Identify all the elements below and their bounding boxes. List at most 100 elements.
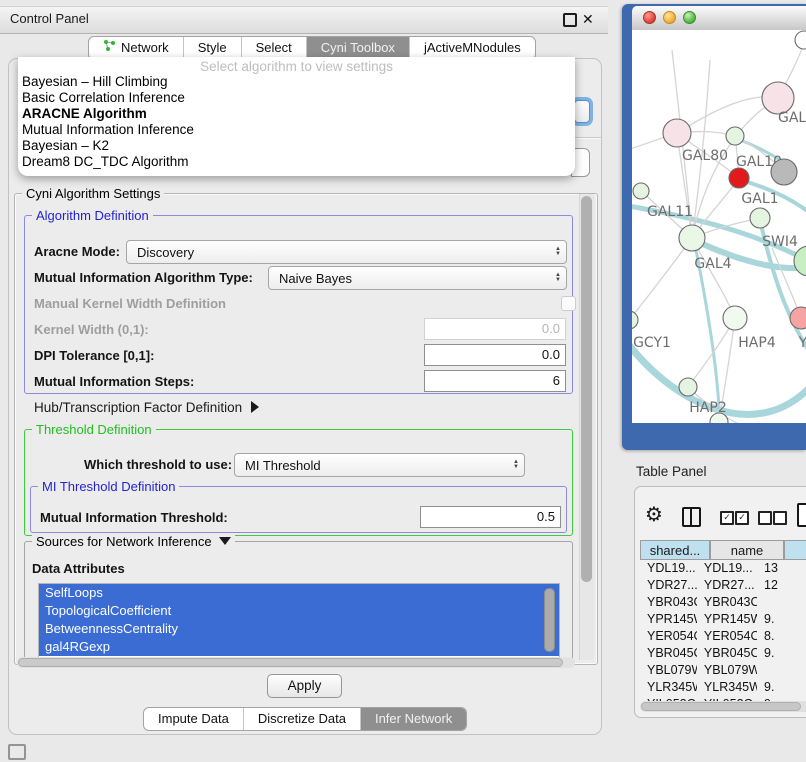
tab-infer-network[interactable]: Infer Network <box>361 708 466 730</box>
expand-right-icon <box>251 401 259 413</box>
table-cell <box>757 662 806 679</box>
table-horizontal-scrollbar[interactable] <box>640 701 806 712</box>
tab-label: Impute Data <box>158 708 229 730</box>
mi-steps-field[interactable]: 6 <box>424 370 566 392</box>
table-cell: YBL079W <box>697 662 757 679</box>
algorithm-option-basic-correlation-inference[interactable]: Basic Correlation Inference <box>18 90 575 106</box>
tab-jactivemnodules[interactable]: jActiveMNodules <box>410 37 535 59</box>
mi-threshold-group-title: MI Threshold Definition <box>38 479 179 494</box>
table-row[interactable]: YBR043CYBR043C <box>640 594 806 611</box>
table-row[interactable]: YLR345WYLR345W9. <box>640 679 806 696</box>
attribute-item-selfloops[interactable]: SelfLoops <box>39 584 559 602</box>
network-node[interactable] <box>794 246 806 276</box>
table-cell: YBR043C <box>640 594 697 611</box>
network-node[interactable] <box>795 31 806 49</box>
close-traffic-light-icon[interactable] <box>643 11 656 24</box>
tab-label: Style <box>198 37 227 59</box>
select-all-checkbox-icon[interactable]: ✓ <box>720 511 734 525</box>
deselect-all-checkbox-icon[interactable] <box>758 511 772 525</box>
column-header-name[interactable]: name <box>710 540 784 560</box>
dpi-tolerance-field[interactable]: 0.0 <box>424 344 566 366</box>
minimize-traffic-light-icon[interactable] <box>663 11 676 24</box>
column-header-shared-name[interactable]: shared... <box>640 540 710 560</box>
tab-discretize-data[interactable]: Discretize Data <box>244 708 361 730</box>
tab-label: Discretize Data <box>258 708 346 730</box>
zoom-traffic-light-icon[interactable] <box>683 11 696 24</box>
attribute-item-gal4rgexp[interactable]: gal4RGexp <box>39 638 559 656</box>
focused-combo-fragment[interactable] <box>574 100 590 123</box>
gear-icon[interactable]: ⚙ <box>645 504 663 526</box>
aracne-mode-select[interactable]: Discovery ▲▼ <box>126 240 567 264</box>
attributes-list-scrollbar[interactable] <box>544 588 555 652</box>
collapse-down-icon <box>219 537 231 545</box>
network-node[interactable] <box>771 159 797 185</box>
network-node-gal80[interactable] <box>663 119 691 147</box>
algorithm-option-bayesian-k2[interactable]: Bayesian – K2 <box>18 138 575 154</box>
data-attributes-label: Data Attributes <box>32 561 125 576</box>
network-node-label: Y <box>798 335 806 351</box>
manual-kernel-checkbox[interactable] <box>561 296 576 311</box>
table-cell: YDL19... <box>697 560 757 577</box>
hub-definition-toggle[interactable]: Hub/Transcription Factor Definition <box>34 400 259 415</box>
restore-window-icon[interactable] <box>8 744 26 760</box>
kernel-width-field[interactable]: 0.0 <box>424 318 566 340</box>
table-row[interactable]: YBL079WYBL079W <box>640 662 806 679</box>
network-edge[interactable] <box>632 238 692 320</box>
stepper-icon: ▲▼ <box>555 247 561 257</box>
network-canvas-container[interactable]: GALGAL80GAL10GAL1GAL11SWI4GAL4GCY1HAP4YH… <box>632 30 806 423</box>
table-rows[interactable]: YDL19...YDL19...13YDR27...YDR27...12YBR0… <box>640 560 806 701</box>
network-node-gal10[interactable] <box>726 127 744 145</box>
tab-impute-data[interactable]: Impute Data <box>144 708 244 730</box>
network-node-y[interactable] <box>790 307 806 329</box>
algorithm-definition-title: Algorithm Definition <box>32 208 153 223</box>
network-node-swi4[interactable] <box>750 208 770 228</box>
tab-label: Infer Network <box>375 708 452 730</box>
table-row[interactable]: YDL19...YDL19...13 <box>640 560 806 577</box>
mi-threshold-field[interactable]: 0.5 <box>420 506 561 528</box>
algorithm-option-mutual-information-inference[interactable]: Mutual Information Inference <box>18 122 575 138</box>
tab-cyni-toolbox[interactable]: Cyni Toolbox <box>307 37 410 59</box>
table-row[interactable]: YER054CYER054C8. <box>640 628 806 645</box>
network-node-label: GCY1 <box>633 335 671 351</box>
algorithm-option-dream8-dc-tdc-algorithm[interactable]: Dream8 DC_TDC Algorithm <box>18 154 575 170</box>
close-icon[interactable]: ✕ <box>582 10 594 28</box>
tab-select[interactable]: Select <box>242 37 307 59</box>
float-window-icon[interactable] <box>563 13 577 27</box>
network-view-titlebar[interactable] <box>632 6 806 31</box>
network-node-label: HAP4 <box>738 335 776 351</box>
data-attributes-list[interactable]: SelfLoopsTopologicalCoefficientBetweenne… <box>38 583 560 659</box>
table-row[interactable]: YDR27...YDR27...12 <box>640 577 806 594</box>
mi-type-select[interactable]: Naive Bayes ▲▼ <box>268 266 567 290</box>
attribute-item-betweennesscentrality[interactable]: BetweennessCentrality <box>39 620 559 638</box>
network-node-gal11[interactable] <box>633 183 649 199</box>
settings-horizontal-scrollbar[interactable] <box>17 657 575 668</box>
mi-type-value: Naive Bayes <box>279 271 352 286</box>
table-cell: YLR345W <box>697 679 757 696</box>
network-canvas[interactable]: GALGAL80GAL10GAL1GAL11SWI4GAL4GCY1HAP4YH… <box>632 30 806 423</box>
network-node-gcy1[interactable] <box>632 311 638 329</box>
network-node-gal1[interactable] <box>729 168 749 188</box>
which-threshold-label: Which threshold to use: <box>84 457 232 472</box>
sources-title-label: Sources for Network Inference <box>36 534 212 549</box>
group-divider-fragment <box>575 137 601 139</box>
table-row[interactable]: YPR145WYPR145W9. <box>640 611 806 628</box>
tab-network[interactable]: Network <box>89 37 184 59</box>
table-cell: YDL19... <box>640 560 697 577</box>
algorithm-dropdown-popup: Select algorithm to view settings Bayesi… <box>18 57 575 176</box>
columns-icon[interactable] <box>682 507 701 527</box>
table-row[interactable]: YBR045CYBR045C9. <box>640 645 806 662</box>
network-node-hap4[interactable] <box>723 306 747 330</box>
attribute-item-topologicalcoefficient[interactable]: TopologicalCoefficient <box>39 602 559 620</box>
sources-group-title[interactable]: Sources for Network Inference <box>32 534 235 549</box>
algorithm-option-aracne-algorithm[interactable]: ARACNE Algorithm <box>18 106 575 122</box>
tab-style[interactable]: Style <box>184 37 242 59</box>
export-table-icon[interactable] <box>797 503 806 527</box>
network-node-gal4[interactable] <box>679 225 705 251</box>
column-header-cut[interactable] <box>784 540 806 560</box>
table-cell: YER054C <box>697 628 757 645</box>
algorithm-option-bayesian-hill-climbing[interactable]: Bayesian – Hill Climbing <box>18 74 575 90</box>
apply-button[interactable]: Apply <box>267 674 342 698</box>
settings-vertical-scrollbar[interactable] <box>579 194 594 660</box>
network-node-hap2[interactable] <box>679 378 697 396</box>
which-threshold-select[interactable]: MI Threshold ▲▼ <box>234 453 525 477</box>
